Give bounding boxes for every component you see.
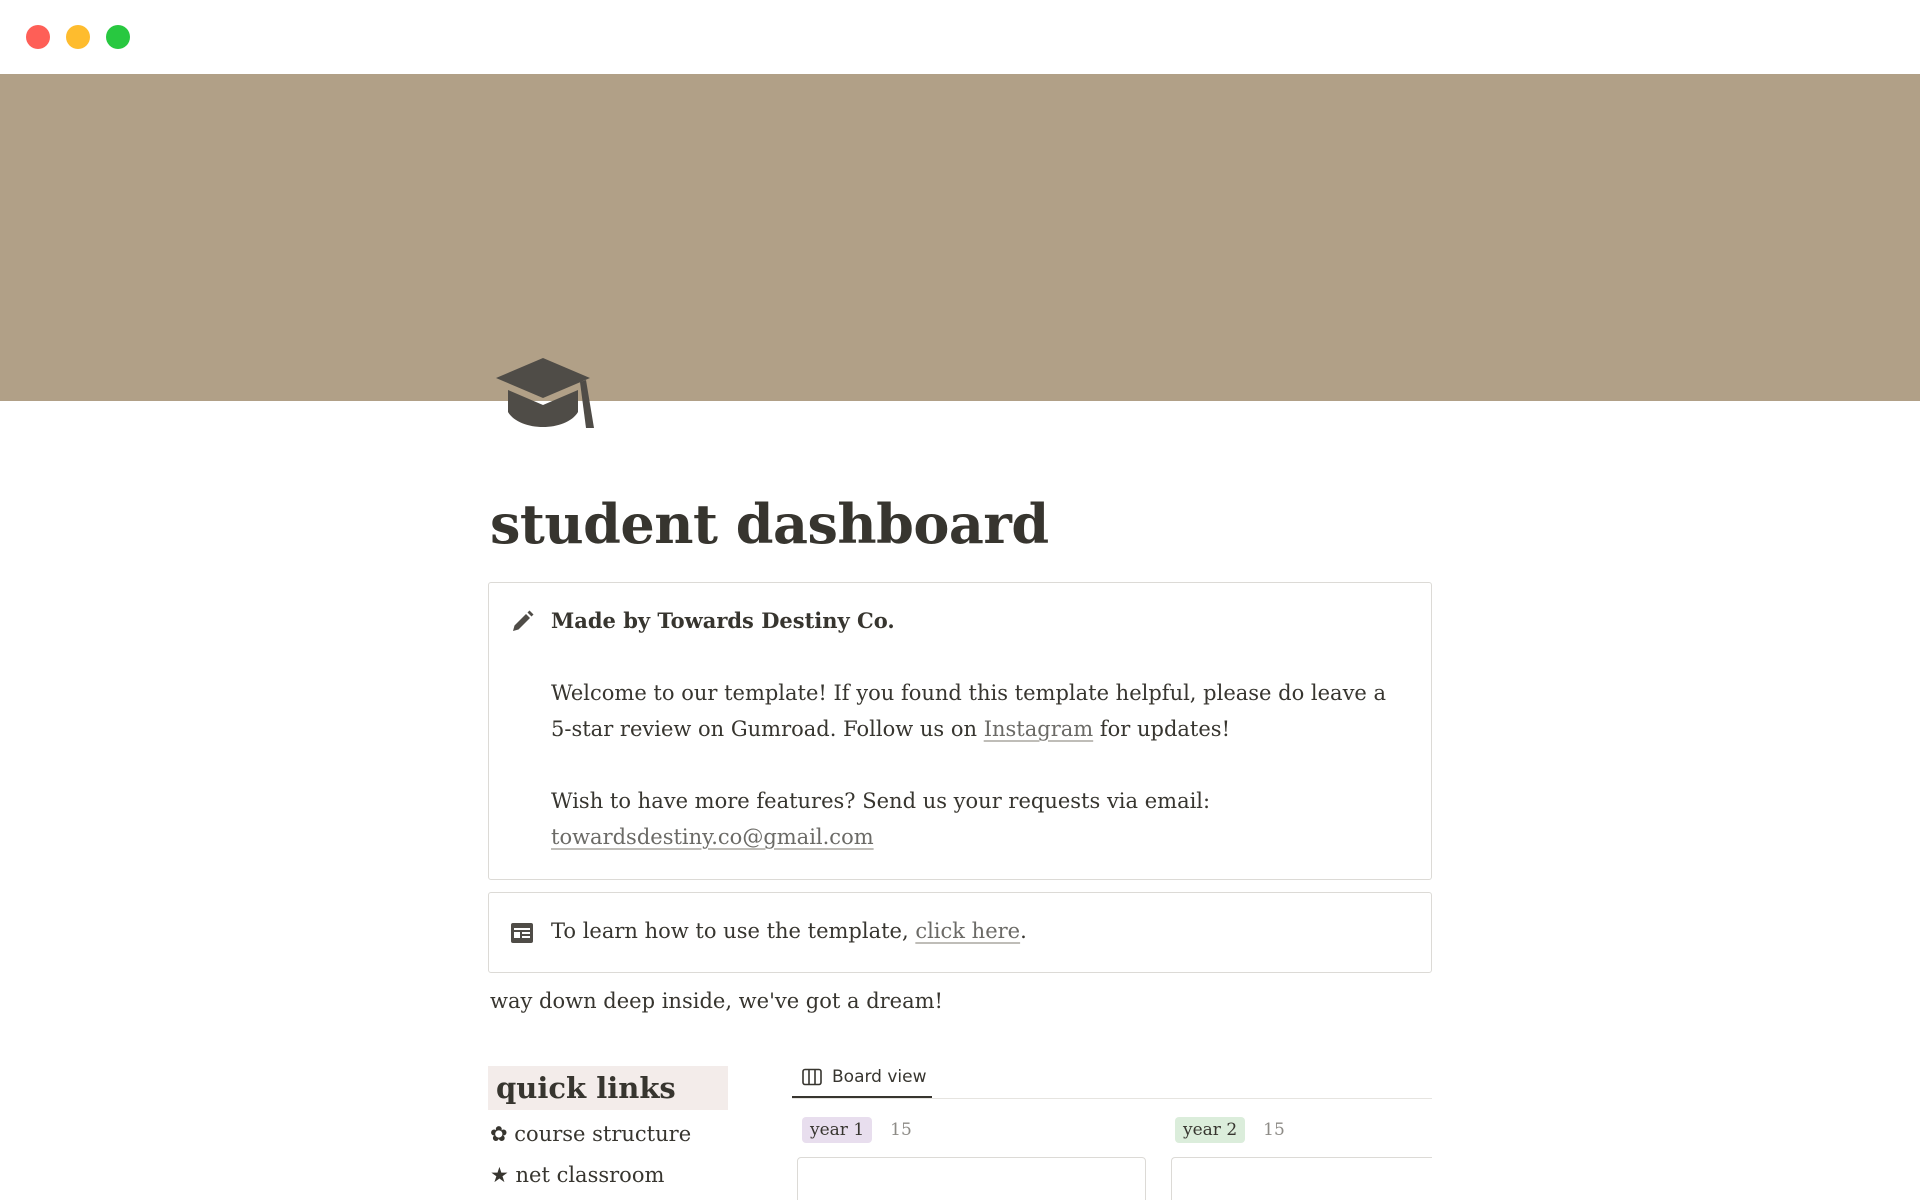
star-icon: ★ xyxy=(490,1163,509,1187)
info-callout[interactable]: Made by Towards Destiny Co. Welcome to o… xyxy=(488,582,1432,880)
tab-divider xyxy=(792,1098,1432,1099)
tab-board-view[interactable]: Board view xyxy=(792,1056,932,1098)
minimize-window-button[interactable] xyxy=(66,25,90,49)
motto-text[interactable]: way down deep inside, we've got a dream! xyxy=(490,983,943,1019)
board-group-header[interactable]: year 2 15 xyxy=(1175,1117,1285,1143)
board-columns-icon xyxy=(802,1068,822,1086)
board-card[interactable] xyxy=(1171,1157,1432,1200)
board-group-header[interactable]: year 1 15 xyxy=(802,1117,912,1143)
guide-text-end: . xyxy=(1020,919,1027,943)
group-count: 15 xyxy=(890,1120,912,1140)
instagram-link[interactable]: Instagram xyxy=(984,717,1093,741)
page-cover[interactable] xyxy=(0,74,1920,401)
email-link[interactable]: towardsdestiny.co@gmail.com xyxy=(551,825,874,849)
page-title[interactable]: student dashboard xyxy=(490,492,1049,556)
tab-label: Board view xyxy=(832,1067,927,1087)
quick-link-label: net classroom xyxy=(515,1163,665,1187)
guide-link[interactable]: click here xyxy=(915,919,1020,943)
quick-links-heading[interactable]: quick links xyxy=(488,1066,728,1110)
window-title-bar xyxy=(0,0,1920,74)
pencil-icon[interactable] xyxy=(509,609,535,635)
zoom-window-button[interactable] xyxy=(106,25,130,49)
callout-body: Made by Towards Destiny Co. Welcome to o… xyxy=(551,603,1391,855)
welcome-text-end: for updates! xyxy=(1093,717,1231,741)
callout-body: To learn how to use the template, click … xyxy=(551,913,1391,949)
group-count: 15 xyxy=(1263,1120,1285,1140)
group-label: year 1 xyxy=(802,1117,873,1143)
group-label: year 2 xyxy=(1175,1117,1246,1143)
newspaper-icon[interactable] xyxy=(509,920,535,946)
board-card[interactable] xyxy=(797,1157,1146,1200)
guide-text: To learn how to use the template, xyxy=(551,919,916,943)
welcome-text: Welcome to our template! If you found th… xyxy=(551,681,1387,741)
graduation-cap-icon[interactable] xyxy=(490,354,596,438)
quick-link-item[interactable]: ✿ course structure xyxy=(490,1119,691,1149)
quick-link-item[interactable]: ★ net classroom xyxy=(490,1160,664,1190)
flower-icon: ✿ xyxy=(490,1122,508,1146)
guide-callout[interactable]: To learn how to use the template, click … xyxy=(488,892,1432,973)
close-window-button[interactable] xyxy=(26,25,50,49)
quick-link-label: course structure xyxy=(514,1122,692,1146)
callout-heading: Made by Towards Destiny Co. xyxy=(551,608,895,633)
welcome-paragraph: Welcome to our template! If you found th… xyxy=(551,675,1391,747)
features-text: Wish to have more features? Send us your… xyxy=(551,789,1211,813)
